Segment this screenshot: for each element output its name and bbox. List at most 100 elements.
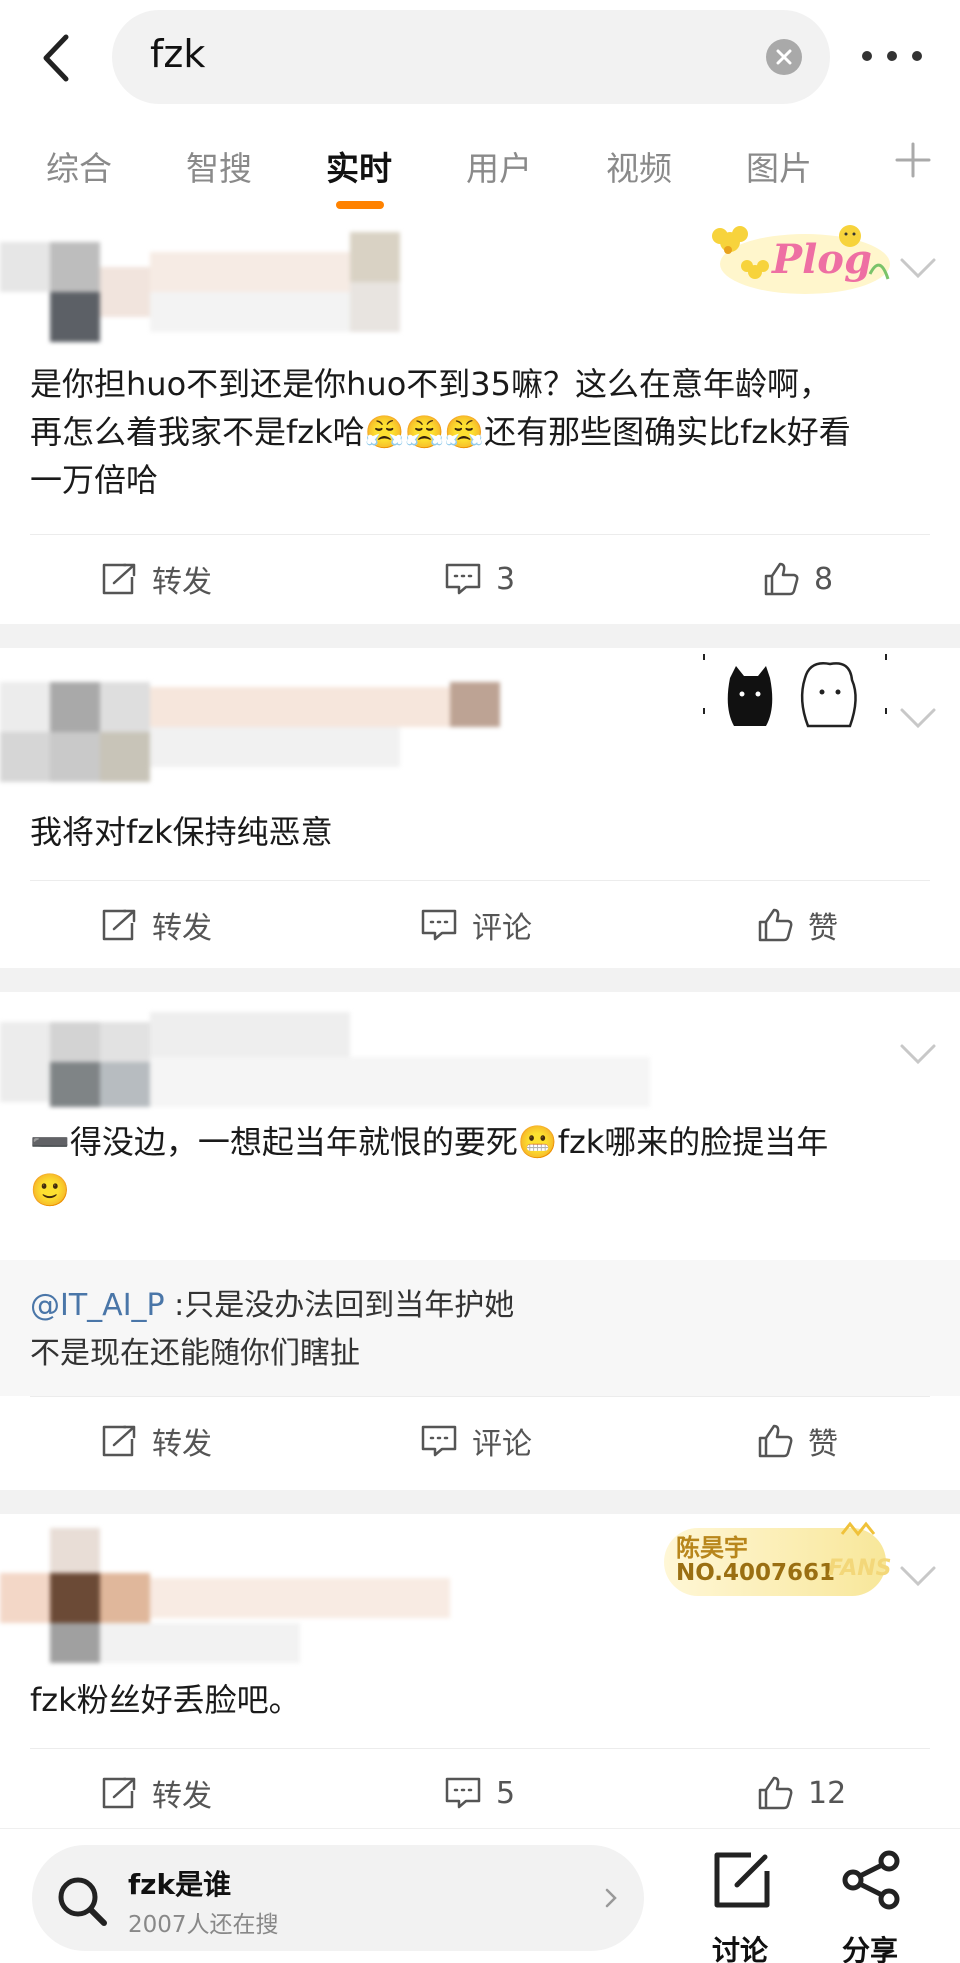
post-text-line: 一万倍哈 xyxy=(30,461,159,499)
repost-label: 转发 xyxy=(152,1427,212,1462)
tab-images[interactable]: 图片 xyxy=(746,142,812,190)
thumbs-up-icon xyxy=(758,1424,793,1458)
top-bar: fzk xyxy=(0,0,960,118)
repost-icon xyxy=(102,563,136,595)
blurred-user-header xyxy=(0,222,460,342)
chevron-down-icon[interactable] xyxy=(898,1564,938,1588)
chevron-down-icon[interactable] xyxy=(898,706,938,730)
user-mention[interactable]: @IT_AI_P xyxy=(30,1288,165,1323)
discuss-label: 讨论 xyxy=(711,1934,768,1963)
like-button[interactable]: 赞 xyxy=(756,1396,838,1486)
dot-icon xyxy=(887,51,897,61)
post-text: ➖得没边，一想起当年就恨的要死😬fzk哪来的脸提当年 🙂 xyxy=(30,1118,930,1214)
like-button[interactable]: 8 xyxy=(762,534,833,624)
related-search-pill[interactable]: fzk是谁 2007人还在搜 xyxy=(32,1845,644,1951)
thumbs-up-icon xyxy=(758,1776,793,1810)
post-card[interactable]: ➖得没边，一想起当年就恨的要死😬fzk哪来的脸提当年 🙂 @IT_AI_P :只… xyxy=(0,992,960,1490)
post-text-line: fzk粉丝好丢脸吧。 xyxy=(30,1681,301,1719)
post-actions: 转发 5 12 xyxy=(0,1748,960,1838)
back-button[interactable] xyxy=(30,30,80,86)
related-search-title: fzk是谁 xyxy=(128,1868,232,1901)
share-icon xyxy=(842,1850,900,1910)
chevron-left-icon xyxy=(43,34,69,82)
separator xyxy=(0,624,960,648)
fans-badge-number: NO.4007661 xyxy=(676,1560,836,1586)
share-label: 分享 xyxy=(841,1934,898,1963)
share-button[interactable]: 分享 xyxy=(815,1849,925,1963)
cat-dog-sticker xyxy=(700,648,890,738)
repost-label: 转发 xyxy=(152,1779,212,1814)
thumbs-up-icon xyxy=(764,562,799,596)
repost-button[interactable]: 转发 xyxy=(100,1748,212,1838)
search-icon xyxy=(58,1877,107,1926)
chevron-down-icon[interactable] xyxy=(898,1042,938,1066)
post-card[interactable]: Plog 是你担huo不到还是你huo不到35嘛？这么在意年龄啊， 再怎么着我家… xyxy=(0,214,960,624)
comment-button[interactable]: 3 xyxy=(444,534,515,624)
related-search-count: 2007人还在搜 xyxy=(128,1912,279,1938)
post-card[interactable]: 陈昊宇 NO.4007661 FANS fzk粉丝好丢脸吧。 转发 5 12 xyxy=(0,1514,960,1828)
search-input[interactable]: fzk xyxy=(112,10,830,104)
comment-count: 5 xyxy=(496,1775,516,1811)
post-card[interactable]: 我将对fzk保持纯恶意 转发 评论 赞 xyxy=(0,648,960,968)
repost-button[interactable]: 转发 xyxy=(100,1396,212,1486)
chevron-right-icon xyxy=(605,1888,617,1908)
repost-button[interactable]: 转发 xyxy=(100,880,212,970)
more-button[interactable] xyxy=(862,36,922,76)
post-text-line: 是你担huo不到还是你huo不到35嘛？这么在意年龄啊， xyxy=(30,365,832,403)
tab-users[interactable]: 用户 xyxy=(466,142,532,190)
post-text-line: 再怎么着我家不是fzk哈😤😤😤还有那些图确实比fzk好看 xyxy=(30,413,851,451)
post-actions: 转发 评论 赞 xyxy=(0,1396,960,1486)
chevron-down-icon[interactable] xyxy=(898,256,938,280)
active-tab-indicator xyxy=(336,201,384,209)
add-tab-icon[interactable] xyxy=(893,140,933,180)
like-button[interactable]: 12 xyxy=(756,1748,846,1838)
post-text: fzk粉丝好丢脸吧。 xyxy=(30,1676,930,1724)
comment-label: 评论 xyxy=(472,1427,532,1462)
like-count: 8 xyxy=(814,561,834,597)
quote-text: :只是没办法回到当年护她 xyxy=(164,1288,515,1323)
separator xyxy=(0,1490,960,1514)
clear-search-button[interactable] xyxy=(766,39,802,75)
repost-button[interactable]: 转发 xyxy=(100,534,212,624)
blurred-user-header xyxy=(0,1528,460,1668)
tab-smart-search[interactable]: 智搜 xyxy=(186,142,252,190)
like-button[interactable]: 赞 xyxy=(756,880,838,970)
dot-icon xyxy=(862,51,872,61)
post-actions: 转发 3 8 xyxy=(0,534,960,624)
tab-comprehensive[interactable]: 综合 xyxy=(46,142,112,190)
tab-realtime[interactable]: 实时 xyxy=(326,142,392,190)
repost-icon xyxy=(102,909,136,941)
thumbs-up-icon xyxy=(758,908,793,942)
post-text-line: 🙂 xyxy=(30,1171,70,1209)
comment-count: 3 xyxy=(496,561,516,597)
discuss-button[interactable]: 讨论 xyxy=(685,1849,795,1963)
comment-button[interactable]: 评论 xyxy=(420,880,532,970)
quote-text: 不是现在还能随你们瞎扯 xyxy=(30,1336,360,1371)
fans-badge-name: 陈昊宇 xyxy=(676,1534,748,1562)
tab-bar: 综合 智搜 实时 用户 视频 图片 xyxy=(0,118,960,214)
comment-button[interactable]: 评论 xyxy=(420,1396,532,1486)
compose-icon xyxy=(714,1852,770,1908)
post-text-line: 我将对fzk保持纯恶意 xyxy=(30,813,333,851)
close-icon xyxy=(776,49,792,65)
plog-badge: Plog xyxy=(700,214,890,304)
quoted-reply[interactable]: @IT_AI_P :只是没办法回到当年护她 不是现在还能随你们瞎扯 xyxy=(0,1260,960,1396)
repost-icon xyxy=(102,1425,136,1457)
plog-badge-text: Plog xyxy=(772,236,872,283)
blurred-user-header xyxy=(0,662,560,782)
comment-button[interactable]: 5 xyxy=(444,1748,515,1838)
tab-videos[interactable]: 视频 xyxy=(606,142,672,190)
repost-label: 转发 xyxy=(152,565,212,600)
post-text: 是你担huo不到还是你huo不到35嘛？这么在意年龄啊， 再怎么着我家不是fzk… xyxy=(30,360,930,504)
blurred-user-header xyxy=(0,1012,700,1112)
search-query: fzk xyxy=(150,32,206,76)
post-text-line: ➖得没边，一想起当年就恨的要死😬fzk哪来的脸提当年 xyxy=(30,1123,829,1161)
quote-line: @IT_AI_P :只是没办法回到当年护她 xyxy=(30,1280,514,1324)
separator xyxy=(0,968,960,992)
like-label: 赞 xyxy=(808,911,838,946)
quote-line: 不是现在还能随你们瞎扯 xyxy=(30,1328,360,1372)
post-text: 我将对fzk保持纯恶意 xyxy=(30,808,930,856)
fans-badge: 陈昊宇 NO.4007661 FANS xyxy=(662,1520,892,1604)
cat-icon xyxy=(703,654,887,728)
comment-icon xyxy=(445,1777,481,1809)
